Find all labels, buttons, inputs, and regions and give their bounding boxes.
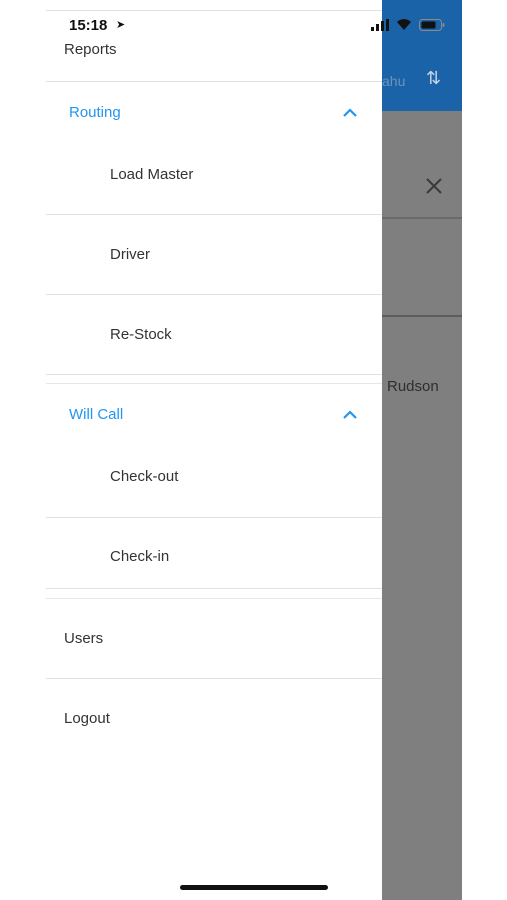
drawer-item-load-master[interactable]: Load Master: [46, 166, 382, 186]
signal-icon: [371, 19, 389, 31]
background-divider: [382, 315, 462, 317]
status-time: 15:18: [69, 17, 108, 34]
drawer-divider: [46, 598, 382, 599]
drawer-divider: [46, 383, 382, 384]
drawer-item-check-in[interactable]: Check-in: [46, 548, 382, 568]
drawer-divider: [46, 81, 382, 82]
drawer-item-re-stock[interactable]: Re-Stock: [46, 326, 382, 346]
home-indicator[interactable]: [180, 885, 328, 890]
drawer-divider: [46, 678, 382, 679]
group-label: Routing: [69, 104, 121, 121]
drawer-divider: [46, 294, 382, 295]
sort-arrows-icon: ⇅: [426, 68, 442, 88]
drawer-item-label: Logout: [64, 710, 110, 727]
drawer-item-users[interactable]: Users: [46, 630, 382, 650]
group-label: Will Call: [69, 406, 124, 423]
background-header-text: ahu: [382, 73, 406, 89]
chevron-up-icon: [343, 108, 357, 117]
chevron-up-icon: [343, 410, 357, 419]
drawer-item-label: Check-out: [110, 468, 179, 485]
drawer-item-driver[interactable]: Driver: [46, 246, 382, 266]
close-icon: [426, 178, 442, 194]
drawer-item-check-out[interactable]: Check-out: [46, 468, 382, 488]
drawer-divider: [46, 214, 382, 215]
drawer-item-reports[interactable]: Reports: [46, 41, 382, 81]
drawer-item-label: Re-Stock: [110, 326, 172, 343]
background-divider: [382, 217, 462, 219]
drawer-item-label: Load Master: [110, 166, 194, 183]
status-bar: 15:18 ➤: [0, 0, 462, 40]
screen-edge: [462, 0, 507, 900]
drawer-divider: [46, 588, 382, 589]
drawer-item-label: Reports: [64, 41, 117, 58]
drawer-item-label: Users: [64, 630, 104, 647]
wifi-icon: [397, 19, 411, 30]
background-name: Rudson: [387, 378, 439, 395]
drawer-divider: [46, 517, 382, 518]
battery-icon: [419, 19, 445, 31]
background-screen: ahu ⇅ Rudson: [382, 0, 462, 900]
group-header-routing[interactable]: Routing: [46, 104, 382, 124]
drawer-item-label: Driver: [110, 246, 150, 263]
navigation-drawer: Reports Routing Load Master Driver Re-St…: [46, 0, 382, 900]
drawer-item-label: Check-in: [110, 548, 170, 565]
location-arrow-icon: ➤: [116, 19, 126, 31]
group-header-will-call[interactable]: Will Call: [46, 406, 382, 426]
drawer-item-logout[interactable]: Logout: [46, 710, 382, 730]
drawer-divider: [46, 374, 382, 375]
